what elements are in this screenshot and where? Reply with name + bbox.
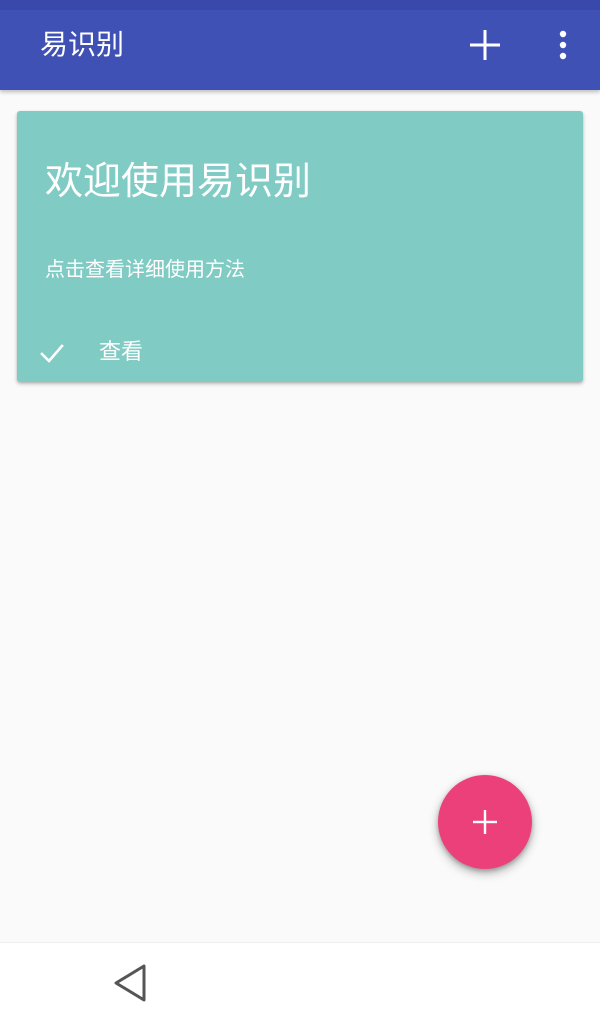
app-title: 易识别 [40,28,125,61]
add-button[interactable] [460,20,510,70]
plus-icon [473,810,497,834]
check-icon [37,338,67,368]
welcome-card[interactable]: 欢迎使用易识别 点击查看详细使用方法 查看 [17,111,583,382]
back-triangle-icon [114,964,146,1002]
status-bar [0,0,600,10]
nav-back-button[interactable] [108,961,152,1005]
navigation-bar [0,942,600,1022]
more-vert-icon [559,30,567,60]
plus-icon [470,30,500,60]
fab-add-button[interactable] [438,775,532,869]
screen: 易识别 欢迎使用易识别 点击查看详细使用方法 查看 [0,0,600,1022]
card-title: 欢迎使用易识别 [45,159,312,203]
card-subtitle: 点击查看详细使用方法 [45,257,245,281]
app-bar: 易识别 [0,0,600,90]
view-action-button[interactable]: 查看 [37,333,143,373]
view-action-label: 查看 [99,340,144,365]
more-options-button[interactable] [545,20,581,70]
